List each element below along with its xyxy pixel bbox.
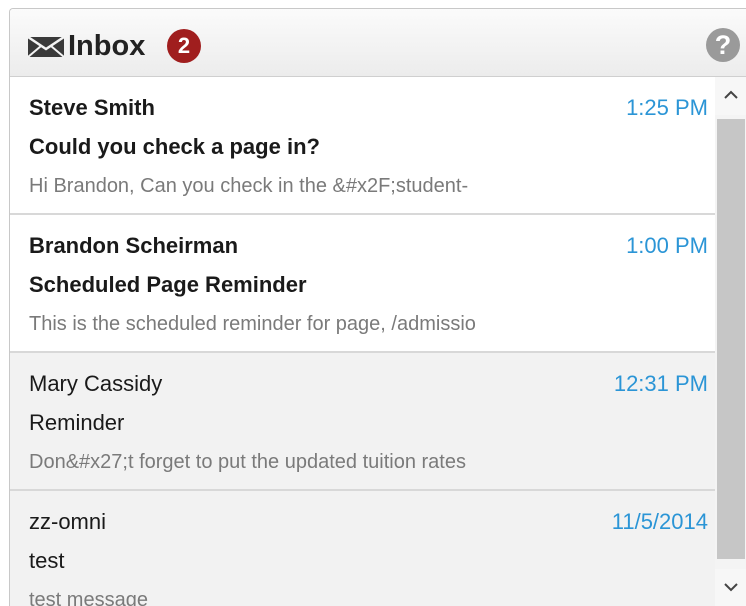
scrollbar-thumb[interactable] <box>717 119 745 559</box>
vertical-scrollbar[interactable] <box>715 77 746 606</box>
message-list: Steve Smith 1:25 PM Could you check a pa… <box>10 77 715 606</box>
chevron-up-icon <box>724 90 738 99</box>
unread-count-badge: 2 <box>167 29 201 63</box>
message-item[interactable]: Steve Smith 1:25 PM Could you check a pa… <box>10 77 715 215</box>
message-sender: zz-omni <box>29 509 107 534</box>
message-time: 12:31 PM <box>613 371 708 396</box>
message-time: 1:25 PM <box>626 95 708 120</box>
message-preview: This is the scheduled reminder for page,… <box>29 313 476 335</box>
message-subject: test <box>29 548 65 573</box>
scroll-down-button[interactable] <box>715 569 746 606</box>
message-time: 1:00 PM <box>626 233 708 258</box>
inbox-title: Inbox <box>68 30 146 62</box>
message-sender: Mary Cassidy <box>29 371 163 396</box>
message-item[interactable]: zz-omni 11/5/2014 test test message <box>10 491 715 606</box>
message-preview: Don&#x27;t forget to put the updated tui… <box>29 451 466 473</box>
message-subject: Could you check a page in? <box>29 134 320 159</box>
message-item[interactable]: Brandon Scheirman 1:00 PM Scheduled Page… <box>10 215 715 353</box>
envelope-icon <box>27 36 65 58</box>
message-item[interactable]: Mary Cassidy 12:31 PM Reminder Don&#x27;… <box>10 353 715 491</box>
inbox-header: Inbox 2 ? <box>10 9 746 77</box>
inbox-widget: Inbox 2 ? Steve Smith 1:25 PM Could you … <box>9 8 746 606</box>
message-sender: Steve Smith <box>29 95 155 120</box>
message-time: 11/5/2014 <box>611 509 708 534</box>
message-sender: Brandon Scheirman <box>29 233 239 258</box>
help-icon[interactable]: ? <box>706 28 740 62</box>
message-subject: Scheduled Page Reminder <box>29 272 307 297</box>
message-subject: Reminder <box>29 410 125 435</box>
chevron-down-icon <box>724 583 738 592</box>
scroll-up-button[interactable] <box>715 77 746 115</box>
message-preview: test message <box>29 589 148 606</box>
message-preview: Hi Brandon, Can you check in the &#x2F;s… <box>29 175 469 197</box>
